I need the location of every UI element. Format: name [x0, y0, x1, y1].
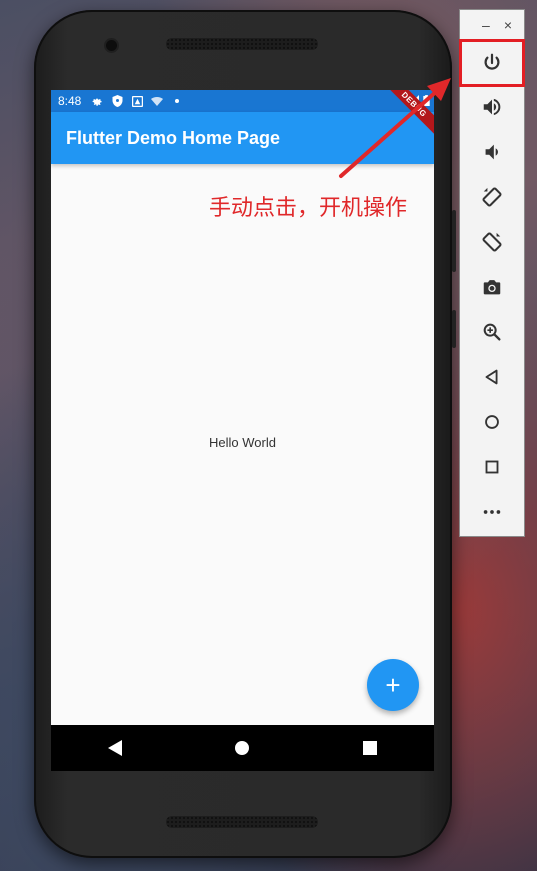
annotation-text: 手动点击，开机操作 [209, 196, 408, 221]
android-nav-bar [51, 725, 434, 771]
back-triangle-icon [107, 740, 122, 756]
rotate-left-icon [482, 187, 502, 207]
home-circle-icon [235, 741, 250, 755]
screenshot-button[interactable] [460, 266, 524, 308]
hello-text: Hello World [209, 435, 276, 450]
wifi-icon [151, 95, 164, 107]
settings-icon [91, 95, 103, 107]
plus-icon: + [385, 670, 401, 700]
camera-icon [483, 280, 501, 295]
status-time: 8:48 [58, 94, 82, 108]
side-button [452, 310, 456, 348]
overview-square-icon [363, 741, 378, 755]
rotate-right-button[interactable] [460, 221, 524, 263]
phone-frame: 8:48 Flutter Demo Home Page DEBUG Hello … [34, 10, 456, 858]
dot-icon [171, 95, 183, 107]
more-icon [483, 510, 501, 514]
window-controls: – × [460, 10, 524, 40]
app-title: Flutter Demo Home Page [66, 127, 281, 148]
bottom-speaker [166, 816, 318, 828]
volume-down-button[interactable] [460, 131, 524, 173]
debug-banner: DEBUG [374, 90, 434, 145]
shield-icon [111, 95, 123, 107]
top-speaker [166, 38, 318, 50]
zoom-button[interactable] [460, 311, 524, 353]
volume-up-icon [483, 98, 501, 116]
minimize-button[interactable]: – [482, 17, 490, 33]
overview-icon [485, 460, 499, 474]
emulator-toolbar: – × [459, 9, 525, 537]
power-highlight-box [459, 39, 525, 87]
overview-button[interactable] [460, 446, 524, 488]
rotate-left-button[interactable] [460, 176, 524, 218]
home-button[interactable] [460, 401, 524, 443]
nav-overview-button[interactable] [350, 728, 390, 768]
nav-home-button[interactable] [222, 728, 262, 768]
increment-fab[interactable]: + [367, 659, 419, 711]
volume-down-icon [485, 144, 498, 160]
back-icon [485, 369, 498, 385]
nav-back-button[interactable] [95, 728, 135, 768]
back-button[interactable] [460, 356, 524, 398]
zoom-icon [483, 323, 501, 341]
side-button [452, 210, 456, 272]
front-camera [106, 40, 117, 51]
close-button[interactable]: × [504, 17, 512, 33]
debug-banner-wrap: DEBUG [374, 90, 434, 150]
notification-icon [131, 95, 143, 107]
rotate-right-icon [482, 232, 502, 252]
home-icon [485, 415, 499, 429]
more-button[interactable] [460, 491, 524, 533]
volume-up-button[interactable] [460, 86, 524, 128]
